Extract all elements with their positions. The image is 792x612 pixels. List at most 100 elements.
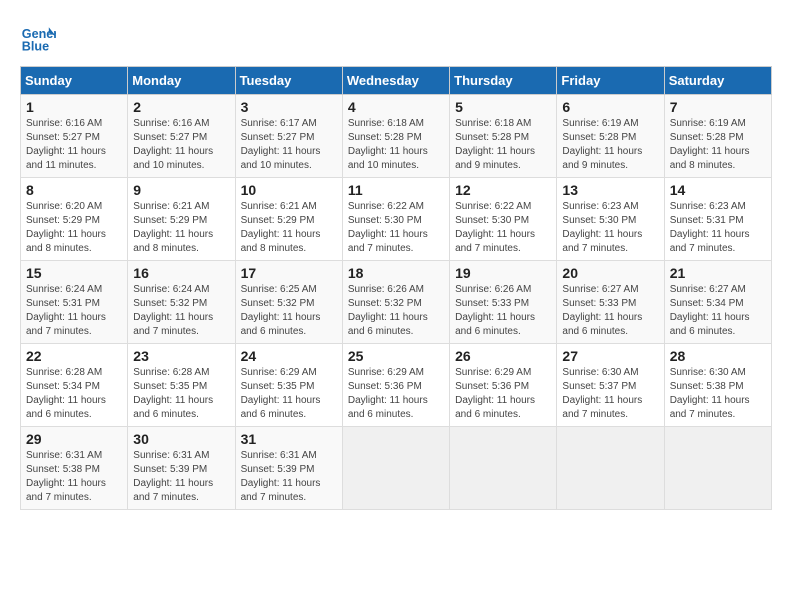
day-info: Sunrise: 6:26 AMSunset: 5:33 PMDaylight:… bbox=[455, 284, 535, 337]
calendar-day-cell: 1 Sunrise: 6:16 AMSunset: 5:27 PMDayligh… bbox=[21, 95, 128, 178]
day-number: 6 bbox=[562, 99, 658, 115]
calendar-day-cell: 11 Sunrise: 6:22 AMSunset: 5:30 PMDaylig… bbox=[342, 178, 449, 261]
day-number: 30 bbox=[133, 431, 229, 447]
day-info: Sunrise: 6:18 AMSunset: 5:28 PMDaylight:… bbox=[348, 118, 428, 171]
calendar-day-cell: 20 Sunrise: 6:27 AMSunset: 5:33 PMDaylig… bbox=[557, 261, 664, 344]
calendar-day-cell bbox=[450, 427, 557, 510]
calendar-day-cell: 10 Sunrise: 6:21 AMSunset: 5:29 PMDaylig… bbox=[235, 178, 342, 261]
day-number: 22 bbox=[26, 348, 122, 364]
day-info: Sunrise: 6:18 AMSunset: 5:28 PMDaylight:… bbox=[455, 118, 535, 171]
day-number: 19 bbox=[455, 265, 551, 281]
calendar-week-row: 15 Sunrise: 6:24 AMSunset: 5:31 PMDaylig… bbox=[21, 261, 772, 344]
day-info: Sunrise: 6:22 AMSunset: 5:30 PMDaylight:… bbox=[455, 201, 535, 254]
calendar-day-cell: 2 Sunrise: 6:16 AMSunset: 5:27 PMDayligh… bbox=[128, 95, 235, 178]
day-info: Sunrise: 6:24 AMSunset: 5:31 PMDaylight:… bbox=[26, 284, 106, 337]
calendar-day-cell: 24 Sunrise: 6:29 AMSunset: 5:35 PMDaylig… bbox=[235, 344, 342, 427]
weekday-header: Friday bbox=[557, 67, 664, 95]
calendar-day-cell: 7 Sunrise: 6:19 AMSunset: 5:28 PMDayligh… bbox=[664, 95, 771, 178]
day-number: 26 bbox=[455, 348, 551, 364]
day-number: 23 bbox=[133, 348, 229, 364]
day-info: Sunrise: 6:16 AMSunset: 5:27 PMDaylight:… bbox=[26, 118, 106, 171]
calendar-week-row: 8 Sunrise: 6:20 AMSunset: 5:29 PMDayligh… bbox=[21, 178, 772, 261]
logo-icon: General Blue bbox=[20, 20, 56, 56]
weekday-header: Thursday bbox=[450, 67, 557, 95]
day-info: Sunrise: 6:31 AMSunset: 5:39 PMDaylight:… bbox=[241, 450, 321, 503]
day-number: 10 bbox=[241, 182, 337, 198]
day-number: 25 bbox=[348, 348, 444, 364]
day-number: 2 bbox=[133, 99, 229, 115]
weekday-header: Wednesday bbox=[342, 67, 449, 95]
day-number: 4 bbox=[348, 99, 444, 115]
weekday-header: Monday bbox=[128, 67, 235, 95]
calendar-day-cell: 17 Sunrise: 6:25 AMSunset: 5:32 PMDaylig… bbox=[235, 261, 342, 344]
day-number: 5 bbox=[455, 99, 551, 115]
calendar-week-row: 1 Sunrise: 6:16 AMSunset: 5:27 PMDayligh… bbox=[21, 95, 772, 178]
day-number: 15 bbox=[26, 265, 122, 281]
calendar-day-cell: 22 Sunrise: 6:28 AMSunset: 5:34 PMDaylig… bbox=[21, 344, 128, 427]
day-info: Sunrise: 6:21 AMSunset: 5:29 PMDaylight:… bbox=[133, 201, 213, 254]
day-info: Sunrise: 6:31 AMSunset: 5:39 PMDaylight:… bbox=[133, 450, 213, 503]
calendar-day-cell: 27 Sunrise: 6:30 AMSunset: 5:37 PMDaylig… bbox=[557, 344, 664, 427]
calendar-day-cell: 6 Sunrise: 6:19 AMSunset: 5:28 PMDayligh… bbox=[557, 95, 664, 178]
day-number: 31 bbox=[241, 431, 337, 447]
calendar-day-cell: 13 Sunrise: 6:23 AMSunset: 5:30 PMDaylig… bbox=[557, 178, 664, 261]
calendar-header: SundayMondayTuesdayWednesdayThursdayFrid… bbox=[21, 67, 772, 95]
day-info: Sunrise: 6:25 AMSunset: 5:32 PMDaylight:… bbox=[241, 284, 321, 337]
day-info: Sunrise: 6:19 AMSunset: 5:28 PMDaylight:… bbox=[670, 118, 750, 171]
day-info: Sunrise: 6:26 AMSunset: 5:32 PMDaylight:… bbox=[348, 284, 428, 337]
calendar-day-cell bbox=[342, 427, 449, 510]
calendar-day-cell: 3 Sunrise: 6:17 AMSunset: 5:27 PMDayligh… bbox=[235, 95, 342, 178]
day-number: 9 bbox=[133, 182, 229, 198]
logo: General Blue bbox=[20, 20, 62, 56]
day-info: Sunrise: 6:30 AMSunset: 5:38 PMDaylight:… bbox=[670, 367, 750, 420]
day-number: 3 bbox=[241, 99, 337, 115]
calendar-day-cell: 15 Sunrise: 6:24 AMSunset: 5:31 PMDaylig… bbox=[21, 261, 128, 344]
calendar-day-cell: 9 Sunrise: 6:21 AMSunset: 5:29 PMDayligh… bbox=[128, 178, 235, 261]
calendar-day-cell: 5 Sunrise: 6:18 AMSunset: 5:28 PMDayligh… bbox=[450, 95, 557, 178]
day-number: 21 bbox=[670, 265, 766, 281]
day-info: Sunrise: 6:16 AMSunset: 5:27 PMDaylight:… bbox=[133, 118, 213, 171]
day-info: Sunrise: 6:28 AMSunset: 5:34 PMDaylight:… bbox=[26, 367, 106, 420]
day-number: 16 bbox=[133, 265, 229, 281]
calendar-day-cell: 31 Sunrise: 6:31 AMSunset: 5:39 PMDaylig… bbox=[235, 427, 342, 510]
day-number: 8 bbox=[26, 182, 122, 198]
day-info: Sunrise: 6:27 AMSunset: 5:33 PMDaylight:… bbox=[562, 284, 642, 337]
calendar-day-cell: 18 Sunrise: 6:26 AMSunset: 5:32 PMDaylig… bbox=[342, 261, 449, 344]
calendar-table: SundayMondayTuesdayWednesdayThursdayFrid… bbox=[20, 66, 772, 510]
day-info: Sunrise: 6:22 AMSunset: 5:30 PMDaylight:… bbox=[348, 201, 428, 254]
weekday-header: Tuesday bbox=[235, 67, 342, 95]
day-number: 14 bbox=[670, 182, 766, 198]
day-info: Sunrise: 6:31 AMSunset: 5:38 PMDaylight:… bbox=[26, 450, 106, 503]
day-number: 20 bbox=[562, 265, 658, 281]
day-number: 17 bbox=[241, 265, 337, 281]
day-info: Sunrise: 6:27 AMSunset: 5:34 PMDaylight:… bbox=[670, 284, 750, 337]
page-header: General Blue bbox=[20, 20, 772, 56]
calendar-day-cell: 21 Sunrise: 6:27 AMSunset: 5:34 PMDaylig… bbox=[664, 261, 771, 344]
calendar-day-cell bbox=[557, 427, 664, 510]
calendar-day-cell: 14 Sunrise: 6:23 AMSunset: 5:31 PMDaylig… bbox=[664, 178, 771, 261]
calendar-week-row: 29 Sunrise: 6:31 AMSunset: 5:38 PMDaylig… bbox=[21, 427, 772, 510]
calendar-week-row: 22 Sunrise: 6:28 AMSunset: 5:34 PMDaylig… bbox=[21, 344, 772, 427]
day-number: 7 bbox=[670, 99, 766, 115]
day-info: Sunrise: 6:17 AMSunset: 5:27 PMDaylight:… bbox=[241, 118, 321, 171]
weekday-header: Saturday bbox=[664, 67, 771, 95]
day-number: 13 bbox=[562, 182, 658, 198]
calendar-day-cell: 16 Sunrise: 6:24 AMSunset: 5:32 PMDaylig… bbox=[128, 261, 235, 344]
day-info: Sunrise: 6:29 AMSunset: 5:35 PMDaylight:… bbox=[241, 367, 321, 420]
day-number: 11 bbox=[348, 182, 444, 198]
calendar-day-cell: 25 Sunrise: 6:29 AMSunset: 5:36 PMDaylig… bbox=[342, 344, 449, 427]
calendar-day-cell: 4 Sunrise: 6:18 AMSunset: 5:28 PMDayligh… bbox=[342, 95, 449, 178]
day-number: 12 bbox=[455, 182, 551, 198]
day-number: 18 bbox=[348, 265, 444, 281]
day-number: 28 bbox=[670, 348, 766, 364]
calendar-day-cell: 28 Sunrise: 6:30 AMSunset: 5:38 PMDaylig… bbox=[664, 344, 771, 427]
day-info: Sunrise: 6:29 AMSunset: 5:36 PMDaylight:… bbox=[348, 367, 428, 420]
day-info: Sunrise: 6:29 AMSunset: 5:36 PMDaylight:… bbox=[455, 367, 535, 420]
weekday-header: Sunday bbox=[21, 67, 128, 95]
day-number: 29 bbox=[26, 431, 122, 447]
calendar-day-cell: 26 Sunrise: 6:29 AMSunset: 5:36 PMDaylig… bbox=[450, 344, 557, 427]
calendar-day-cell: 19 Sunrise: 6:26 AMSunset: 5:33 PMDaylig… bbox=[450, 261, 557, 344]
day-number: 1 bbox=[26, 99, 122, 115]
calendar-body: 1 Sunrise: 6:16 AMSunset: 5:27 PMDayligh… bbox=[21, 95, 772, 510]
day-info: Sunrise: 6:28 AMSunset: 5:35 PMDaylight:… bbox=[133, 367, 213, 420]
